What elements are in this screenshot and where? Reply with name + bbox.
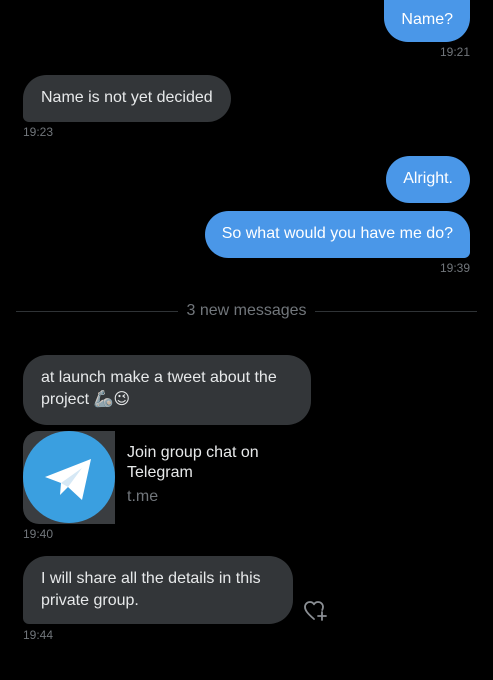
message-bubble-outgoing[interactable]: Name? bbox=[384, 0, 470, 42]
message-timestamp: 19:23 bbox=[23, 125, 54, 139]
new-messages-label: 3 new messages bbox=[178, 302, 315, 319]
heart-plus-icon bbox=[304, 601, 327, 621]
message-timestamp: 19:44 bbox=[23, 628, 54, 642]
new-messages-divider: 3 new messages bbox=[0, 302, 493, 320]
link-preview-card[interactable]: Join group chat on Telegram t.me bbox=[23, 431, 293, 524]
link-preview-domain: t.me bbox=[127, 488, 159, 505]
message-bubble-outgoing[interactable]: So what would you have me do? bbox=[204, 211, 470, 258]
message-bubble-incoming[interactable]: Name is not yet decided bbox=[23, 75, 231, 122]
message-timestamp: 19:39 bbox=[439, 261, 470, 275]
message-timestamp: 19:40 bbox=[23, 527, 54, 541]
message-bubble-incoming[interactable]: I will share all the details in this pri… bbox=[23, 556, 293, 624]
message-bubble-incoming[interactable]: at launch make a tweet about the project… bbox=[23, 355, 311, 425]
add-reaction-button[interactable] bbox=[303, 599, 329, 623]
telegram-icon bbox=[23, 431, 115, 523]
message-timestamp: 19:21 bbox=[439, 45, 470, 59]
link-preview-title: Join group chat on Telegram bbox=[127, 444, 259, 481]
link-preview-thumbnail bbox=[23, 431, 115, 524]
message-bubble-outgoing[interactable]: Alright. bbox=[386, 156, 470, 203]
